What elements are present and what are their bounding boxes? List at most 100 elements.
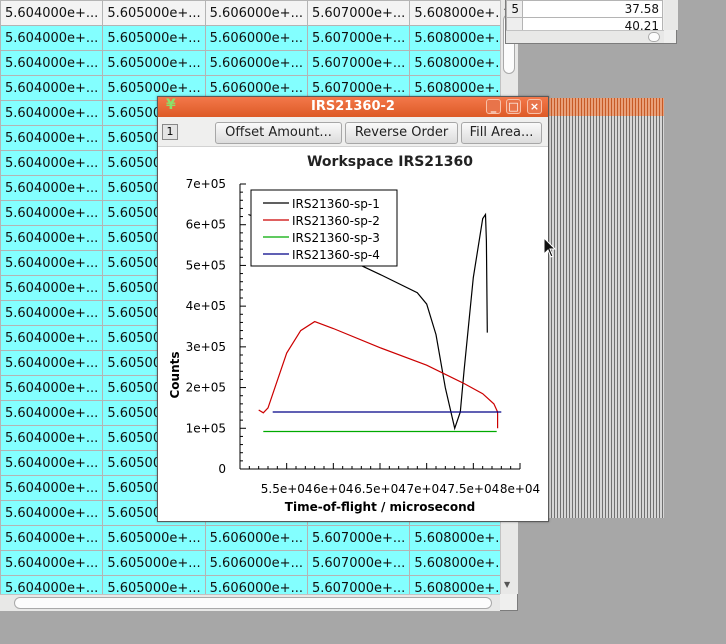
- fill-area-button[interactable]: Fill Area...: [461, 122, 542, 144]
- table-cell[interactable]: 5.607000e+...: [306, 575, 411, 594]
- vertical-scrollbar[interactable]: [664, 0, 678, 30]
- legend-entry: IRS21360-sp-3: [292, 231, 380, 245]
- scroll-thumb[interactable]: [648, 32, 660, 42]
- table-cell[interactable]: 5.608000e+...: [409, 525, 500, 551]
- chart-title: Workspace IRS21360: [307, 154, 473, 170]
- table-cell[interactable]: 5.607000e+...: [306, 550, 411, 576]
- table-cell[interactable]: 5.604000e+...: [0, 550, 104, 576]
- table-cell[interactable]: 5.604000e+...: [0, 275, 104, 301]
- plot-window[interactable]: ¥ IRS21360-2 _ □ × 1 Offset Amount... Re…: [157, 96, 549, 522]
- horizontal-scrollbar[interactable]: [506, 30, 664, 43]
- stacked-window-artifacts: [542, 98, 664, 518]
- reverse-order-button[interactable]: Reverse Order: [345, 122, 458, 144]
- table-cell[interactable]: 5.604000e+...: [0, 150, 104, 176]
- table-row[interactable]: 5.604000e+...5.605000e+...5.606000e+...5…: [0, 575, 500, 594]
- table-cell[interactable]: 5.604000e+...: [0, 375, 104, 401]
- table-cell[interactable]: 5.605000e+...: [102, 575, 206, 594]
- x-tick-label: 7.5e+04: [447, 482, 499, 496]
- table-cell[interactable]: 5.604000e+...: [0, 525, 104, 551]
- table-cell[interactable]: 5.606000e+...: [204, 575, 308, 594]
- table-cell[interactable]: 37.58: [522, 0, 663, 18]
- table-row[interactable]: 5.604000e+...5.605000e+...5.606000e+...5…: [0, 50, 500, 76]
- chart-legend[interactable]: IRS21360-sp-1 IRS21360-sp-2 IRS21360-sp-3 I…: [250, 189, 398, 267]
- table-cell[interactable]: 5.604000e+...: [0, 450, 104, 476]
- values-window: 5 37.58 40.21: [505, 0, 678, 44]
- table-cell[interactable]: 5.606000e+...: [204, 25, 308, 51]
- x-tick-label: 6.5e+04: [354, 482, 406, 496]
- table-cell[interactable]: 5.604000e+...: [0, 400, 104, 426]
- table-cell[interactable]: 5.606000e+...: [204, 50, 308, 76]
- table-cell[interactable]: 5.604000e+...: [0, 100, 104, 126]
- y-tick-label: 4e+05: [186, 299, 226, 313]
- legend-entry: IRS21360-sp-1: [292, 197, 380, 211]
- x-tick-label: 5.5e+04: [261, 482, 313, 496]
- table-row[interactable]: 5.604000e+...5.605000e+...5.606000e+...5…: [0, 525, 500, 551]
- y-tick-label: 6e+05: [186, 218, 226, 232]
- legend-entry: IRS21360-sp-4: [292, 248, 380, 262]
- table-cell[interactable]: 5.605000e+...: [102, 25, 206, 51]
- horizontal-scrollbar[interactable]: [0, 594, 500, 611]
- table-cell[interactable]: 5.604000e+...: [0, 325, 104, 351]
- table-cell[interactable]: 5.605000e+...: [102, 50, 206, 76]
- table-cell[interactable]: 5.606000e+...: [204, 0, 308, 26]
- table-cell[interactable]: 5.607000e+...: [306, 525, 411, 551]
- y-tick-label: 7e+05: [186, 177, 226, 191]
- y-tick-label: 3e+05: [186, 340, 226, 354]
- maximize-icon[interactable]: □: [506, 99, 521, 114]
- table-cell[interactable]: 5.604000e+...: [0, 300, 104, 326]
- window-titlebar[interactable]: ¥ IRS21360-2 _ □ ×: [158, 97, 548, 117]
- minimize-icon[interactable]: _: [486, 99, 501, 114]
- table-cell[interactable]: 5.604000e+...: [0, 350, 104, 376]
- table-cell[interactable]: 5.604000e+...: [0, 425, 104, 451]
- table-cell[interactable]: 5.606000e+...: [204, 550, 308, 576]
- table-row[interactable]: 5.604000e+...5.605000e+...5.606000e+...5…: [0, 550, 500, 576]
- plot-toolbar: 1 Offset Amount... Reverse Order Fill Ar…: [158, 117, 548, 147]
- plot-canvas[interactable]: Workspace IRS21360 Counts Time-of-flight…: [158, 147, 548, 521]
- table-cell[interactable]: 5.604000e+...: [0, 175, 104, 201]
- offset-amount-button[interactable]: Offset Amount...: [215, 122, 342, 144]
- table-row[interactable]: 5.604000e+...5.605000e+...5.606000e+...5…: [0, 25, 500, 51]
- table-cell[interactable]: 5.608000e+...: [409, 0, 500, 26]
- x-tick-label: 6e+04: [313, 482, 353, 496]
- y-axis-label: Counts: [168, 351, 182, 398]
- x-tick-label: 7e+04: [406, 482, 446, 496]
- table-cell[interactable]: 5.608000e+...: [409, 550, 500, 576]
- table-cell[interactable]: 5.604000e+...: [0, 75, 104, 101]
- scroll-down-icon[interactable]: ▼: [504, 580, 510, 589]
- table-cell[interactable]: 5.608000e+...: [409, 25, 500, 51]
- table-cell[interactable]: 5.606000e+...: [204, 525, 308, 551]
- table-row[interactable]: 5 37.58: [506, 0, 663, 18]
- table-cell[interactable]: 5.608000e+...: [409, 50, 500, 76]
- table-row[interactable]: 5.604000e+...5.605000e+...5.606000e+...5…: [0, 0, 500, 26]
- table-cell[interactable]: 5.605000e+...: [102, 550, 206, 576]
- table-cell[interactable]: 5.608000e+...: [409, 575, 500, 594]
- x-axis-label: Time-of-flight / microsecond: [285, 500, 475, 514]
- scroll-thumb[interactable]: [14, 597, 492, 609]
- close-icon[interactable]: ×: [527, 99, 542, 114]
- table-cell[interactable]: 5.607000e+...: [306, 25, 411, 51]
- y-tick-label: 1e+05: [186, 421, 226, 435]
- table-cell[interactable]: 5.604000e+...: [0, 0, 104, 26]
- y-tick-label: 0: [218, 462, 226, 476]
- table-cell[interactable]: 5.605000e+...: [102, 525, 206, 551]
- layer-tab[interactable]: 1: [162, 124, 178, 140]
- table-cell[interactable]: 5.604000e+...: [0, 250, 104, 276]
- table-cell[interactable]: 5.607000e+...: [306, 0, 411, 26]
- row-index: 5: [506, 0, 523, 18]
- legend-entry: IRS21360-sp-2: [292, 214, 380, 228]
- stacked-titlebar-artifacts: [542, 98, 664, 116]
- table-cell[interactable]: 5.607000e+...: [306, 50, 411, 76]
- table-cell[interactable]: 5.604000e+...: [0, 200, 104, 226]
- y-tick-label: 2e+05: [186, 381, 226, 395]
- table-cell[interactable]: 5.605000e+...: [102, 0, 206, 26]
- x-tick-label: 8e+04: [500, 482, 540, 496]
- table-cell[interactable]: 5.604000e+...: [0, 25, 104, 51]
- table-cell[interactable]: 5.604000e+...: [0, 500, 104, 526]
- table-cell[interactable]: 5.604000e+...: [0, 50, 104, 76]
- table-cell[interactable]: 5.604000e+...: [0, 225, 104, 251]
- table-cell[interactable]: 5.604000e+...: [0, 475, 104, 501]
- table-cell[interactable]: 5.604000e+...: [0, 125, 104, 151]
- y-tick-label: 5e+05: [186, 258, 226, 272]
- table-cell[interactable]: 5.604000e+...: [0, 575, 104, 594]
- mouse-cursor-icon: [543, 237, 557, 258]
